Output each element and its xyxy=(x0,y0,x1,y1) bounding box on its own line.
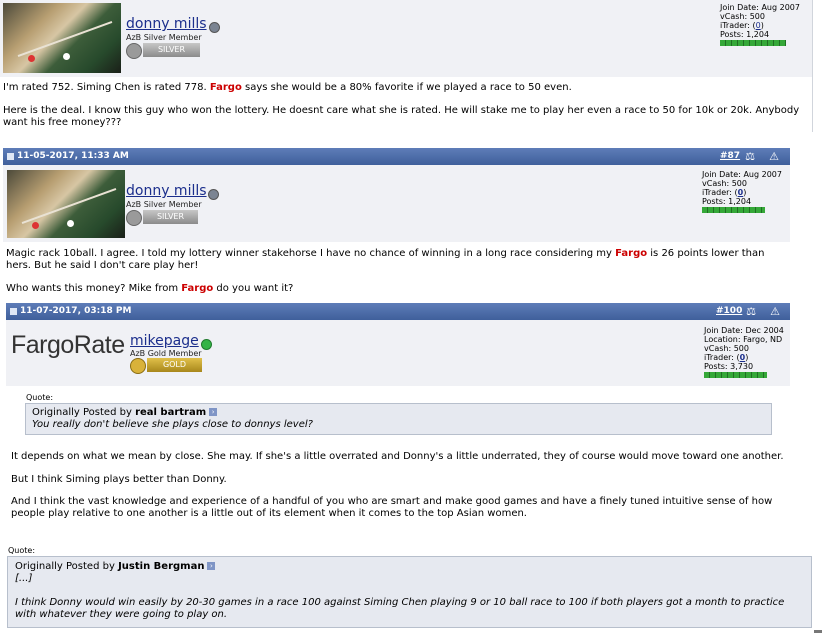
quote-attribution: Originally Posted by Justin Bergman › xyxy=(15,561,804,573)
highlight-fargo: Fargo xyxy=(209,82,242,93)
view-post-arrow-icon[interactable]: › xyxy=(207,562,216,570)
post-text: Magic rack 10ball. I agree. I told my lo… xyxy=(6,248,786,272)
quote-prefix: Originally Posted by xyxy=(32,407,136,418)
post-date: 11-05-2017, 11:33 AM xyxy=(17,151,129,161)
cue-stick xyxy=(21,187,117,225)
rank-badge: SILVER xyxy=(143,210,198,224)
username-link[interactable]: donny mills xyxy=(126,183,207,199)
post-number-link[interactable]: #100 xyxy=(716,303,742,320)
post-text: It depends on what we mean by close. She… xyxy=(11,451,784,462)
join-date: Join Date: Aug 2007 xyxy=(702,170,782,179)
post-1-profile: donny mills AzB Silver Member SILVER Joi… xyxy=(0,0,812,77)
highlight-fargo: Fargo xyxy=(615,248,648,259)
avatar[interactable] xyxy=(7,170,125,238)
avatar[interactable] xyxy=(3,3,121,73)
view-post-arrow-icon[interactable]: › xyxy=(209,408,218,416)
reputation-bar xyxy=(704,372,767,378)
quote-ellipsis: [...] xyxy=(15,573,33,584)
post-3-header: 11-07-2017, 03:18 PM #100 ⚖ ⚠ xyxy=(6,303,790,320)
quote-prefix: Originally Posted by xyxy=(15,561,119,572)
document-icon xyxy=(10,308,17,315)
quote-label: Quote: xyxy=(26,393,54,402)
text: Magic rack 10ball. I agree. I told my lo… xyxy=(6,248,616,259)
post-text: But I think Siming plays better than Don… xyxy=(11,474,227,485)
post-text: Who wants this money? Mike from Fargo do… xyxy=(6,283,786,295)
post-text: And I think the vast knowledge and exper… xyxy=(11,496,773,519)
quote-text: I think Donny would win easily by 20-30 … xyxy=(15,597,785,620)
ball xyxy=(63,53,70,60)
medal-icon xyxy=(126,210,142,226)
post-1: donny mills AzB Silver Member SILVER Joi… xyxy=(0,0,813,132)
itrader-label: iTrader: ( xyxy=(702,188,738,197)
itrader: iTrader: (0) xyxy=(702,188,788,197)
post-date: 11-07-2017, 03:18 PM xyxy=(20,306,132,316)
username-link[interactable]: mikepage xyxy=(130,333,199,349)
user-title: AzB Silver Member xyxy=(126,33,202,42)
username-link[interactable]: donny mills xyxy=(126,16,207,32)
text: do you want it? xyxy=(213,283,294,294)
itrader: iTrader: (0) xyxy=(720,21,808,30)
cue-stick xyxy=(17,20,113,58)
offline-status-icon xyxy=(208,189,219,200)
quote-box: Originally Posted by Justin Bergman › [..… xyxy=(7,556,812,628)
posts-count: Posts: 1,204 xyxy=(702,197,752,206)
join-date: Join Date: Dec 2004 xyxy=(704,326,784,335)
reputation-bar xyxy=(702,207,765,213)
post-3-profile: FargoRate mikepage AzB Gold Member GOLD … xyxy=(6,320,790,386)
quote-attribution: Originally Posted by real bartram › xyxy=(32,407,765,419)
ball xyxy=(32,222,39,229)
itrader: iTrader: (0) xyxy=(704,353,790,362)
join-date: Join Date: Aug 2007 xyxy=(720,3,800,12)
location: Location: Fargo, ND xyxy=(704,335,783,344)
medal-icon xyxy=(130,358,146,374)
posts-count: Posts: 1,204 xyxy=(720,30,770,39)
user-stats: Join Date: Aug 2007 vCash: 500 iTrader: … xyxy=(702,170,788,213)
vcash: vCash: 500 xyxy=(704,344,749,353)
quote-author: Justin Bergman xyxy=(118,561,205,572)
rank-badge: SILVER xyxy=(143,43,200,57)
quote-label: Quote: xyxy=(8,546,36,555)
warning-icon[interactable]: ⚠ xyxy=(768,305,782,318)
user-stats: Join Date: Aug 2007 vCash: 500 iTrader: … xyxy=(720,3,808,46)
vcash: vCash: 500 xyxy=(720,12,765,21)
reputation-bar xyxy=(720,40,786,46)
ball xyxy=(67,220,74,227)
quote-author: real bartram xyxy=(135,407,207,418)
quote-text: You really don't believe she plays close… xyxy=(32,419,313,430)
text: Who wants this money? Mike from xyxy=(6,283,182,294)
post-number-link[interactable]: #87 xyxy=(720,148,740,165)
itrader-close: ) xyxy=(743,188,747,197)
post-text: I'm rated 752. Siming Chen is rated 778.… xyxy=(3,82,808,94)
report-scales-icon[interactable]: ⚖ xyxy=(743,150,757,163)
post-2-header: 11-05-2017, 11:33 AM #87 ⚖ ⚠ xyxy=(3,148,790,165)
itrader-close: ) xyxy=(760,21,764,30)
vcash: vCash: 500 xyxy=(702,179,747,188)
report-scales-icon[interactable]: ⚖ xyxy=(744,305,758,318)
highlight-fargo: Fargo xyxy=(181,283,214,294)
text: says she would be a 80% favorite if we p… xyxy=(241,82,572,93)
text: I'm rated 752. Siming Chen is rated 778. xyxy=(3,82,210,93)
quote-box: Originally Posted by real bartram › You r… xyxy=(25,403,772,435)
user-title: AzB Silver Member xyxy=(126,200,202,209)
medal-icon xyxy=(126,43,142,59)
itrader-close: ) xyxy=(745,353,749,362)
posts-count: Posts: 3,730 xyxy=(704,362,754,371)
offline-status-icon xyxy=(209,22,220,33)
post-2-profile: donny mills AzB Silver Member SILVER Joi… xyxy=(3,165,790,242)
warning-icon[interactable]: ⚠ xyxy=(767,150,781,163)
online-status-icon xyxy=(201,339,212,350)
itrader-label: iTrader: ( xyxy=(720,21,756,30)
post-3-body: Quote: Originally Posted by real bartram… xyxy=(6,386,790,528)
fargorate-logo[interactable]: FargoRate xyxy=(11,331,125,360)
post-1-body: I'm rated 752. Siming Chen is rated 778.… xyxy=(0,77,812,132)
user-stats: Join Date: Dec 2004 Location: Fargo, ND … xyxy=(704,326,790,378)
post-text: Here is the deal. I know this guy who wo… xyxy=(3,105,800,128)
itrader-label: iTrader: ( xyxy=(704,353,740,362)
post-2-body: Magic rack 10ball. I agree. I told my lo… xyxy=(3,242,790,302)
user-title: AzB Gold Member xyxy=(130,349,202,358)
ball xyxy=(28,55,35,62)
document-icon xyxy=(7,153,14,160)
rank-badge: GOLD xyxy=(147,358,202,372)
